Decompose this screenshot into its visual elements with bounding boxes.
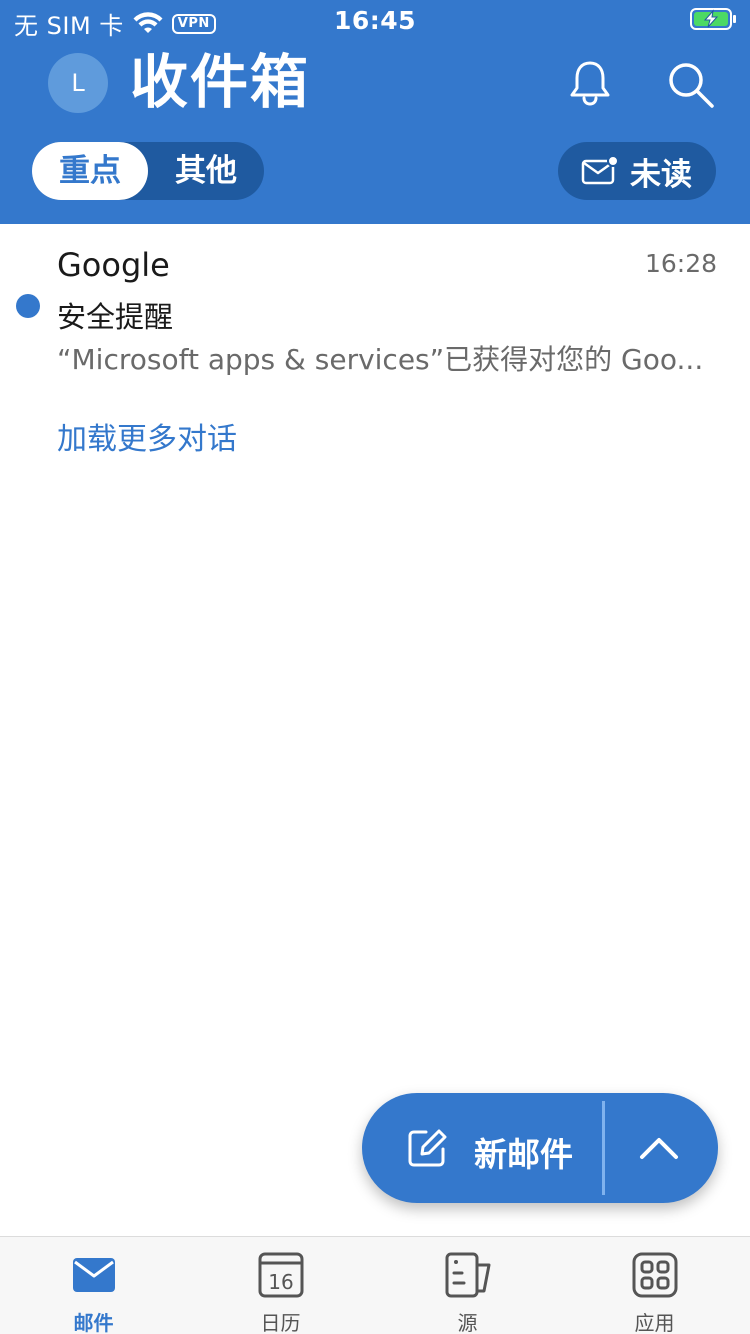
tab-apps[interactable]: 应用 [561,1237,748,1334]
chevron-up-icon [640,1138,678,1159]
tab-other[interactable]: 其他 [148,142,264,200]
compose-fab: 新邮件 [362,1093,718,1203]
unread-filter-label: 未读 [630,156,692,193]
calendar-icon: 16 [258,1252,303,1298]
message-subject: 安全提醒 [57,300,174,334]
tab-focused[interactable]: 重点 [32,142,148,200]
battery-icon [690,8,736,30]
page-title: 收件箱 [130,48,311,116]
search-icon[interactable] [664,58,716,110]
tab-label: 日历 [260,1311,301,1334]
unread-filter-button[interactable]: 未读 [558,142,716,200]
feed-icon [445,1252,490,1298]
calendar-day: 16 [268,1270,293,1294]
apps-icon [632,1252,677,1298]
tab-calendar[interactable]: 16 日历 [187,1237,374,1334]
mail-icon [72,1258,115,1292]
tab-bar: 邮件 16 日历 源 应用 [0,1236,750,1334]
app-header: 无 SIM 卡 VPN 16:45 L 收件箱 重点 其他 未读 [0,0,750,224]
status-bar: 无 SIM 卡 VPN 16:45 [0,0,750,40]
message-time: 16:28 [644,249,717,278]
tab-feed[interactable]: 源 [374,1237,561,1334]
unread-mail-icon [581,155,619,185]
tab-label: 邮件 [73,1311,114,1334]
avatar[interactable]: L [48,53,108,113]
unread-dot [16,294,40,318]
tab-label: 源 [457,1311,478,1334]
tab-mail[interactable]: 邮件 [0,1237,187,1334]
inbox-tabs: 重点 其他 [32,142,264,200]
status-time: 16:45 [333,6,417,35]
tab-label: 应用 [634,1311,675,1334]
bell-icon[interactable] [566,58,614,108]
expand-button[interactable] [610,1093,718,1203]
compose-icon [408,1129,447,1167]
new-mail-label: 新邮件 [474,1135,573,1174]
message-preview: “Microsoft apps & services”已获得对您的 Goo... [57,343,704,376]
fab-divider [602,1101,605,1195]
load-more-link[interactable]: 加载更多对话 [57,414,237,458]
message-sender: Google [57,246,170,284]
list-item[interactable]: Google 16:28 安全提醒 “Microsoft apps & serv… [0,224,750,376]
new-mail-button[interactable]: 新邮件 [362,1093,604,1203]
